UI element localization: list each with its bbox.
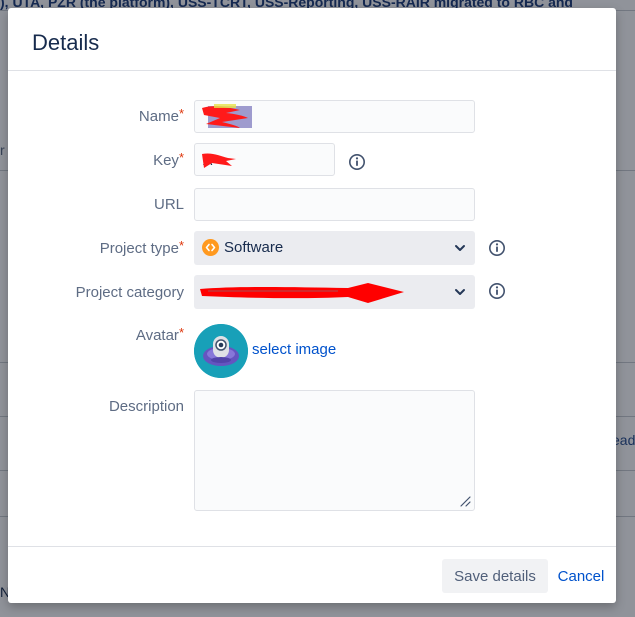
chevron-down-icon — [455, 289, 465, 295]
required-mark: * — [178, 150, 184, 165]
required-mark: * — [178, 325, 184, 340]
cancel-button[interactable]: Cancel — [554, 559, 608, 593]
name-label: Name* — [138, 106, 184, 125]
software-icon — [202, 239, 219, 256]
avatar-label: Avatar* — [135, 325, 184, 344]
dialog-header: Details — [8, 8, 616, 71]
key-info-icon[interactable] — [348, 153, 366, 171]
description-textarea[interactable] — [194, 390, 475, 511]
name-redaction-mark — [202, 104, 252, 128]
project-type-label: Project type* — [99, 238, 184, 257]
project-category-info-icon[interactable] — [488, 282, 506, 300]
key-redaction-mark — [202, 153, 236, 168]
url-label: URL — [153, 196, 184, 213]
save-details-button[interactable]: Save details — [442, 559, 548, 593]
required-mark: * — [178, 106, 184, 121]
chevron-down-icon — [455, 245, 465, 251]
resize-handle-icon[interactable] — [459, 495, 471, 507]
footer-divider — [8, 546, 616, 547]
url-input[interactable] — [194, 188, 475, 221]
key-label: Key* — [153, 150, 184, 169]
project-category-redaction-mark — [200, 283, 404, 303]
project-category-label: Project category — [75, 284, 184, 301]
project-category-select[interactable] — [194, 275, 475, 309]
project-type-value: Software — [224, 239, 284, 256]
details-dialog: Details Name* Key* URL Project type* Sof… — [8, 8, 616, 603]
dialog-title: Details — [32, 30, 100, 55]
required-mark: * — [178, 238, 184, 253]
description-label: Description — [108, 398, 184, 415]
select-image-link[interactable]: select image — [252, 341, 336, 358]
project-type-info-icon[interactable] — [488, 239, 506, 257]
robot-avatar-icon — [194, 324, 248, 378]
avatar[interactable] — [194, 324, 248, 378]
project-type-select[interactable]: Software — [194, 231, 475, 265]
